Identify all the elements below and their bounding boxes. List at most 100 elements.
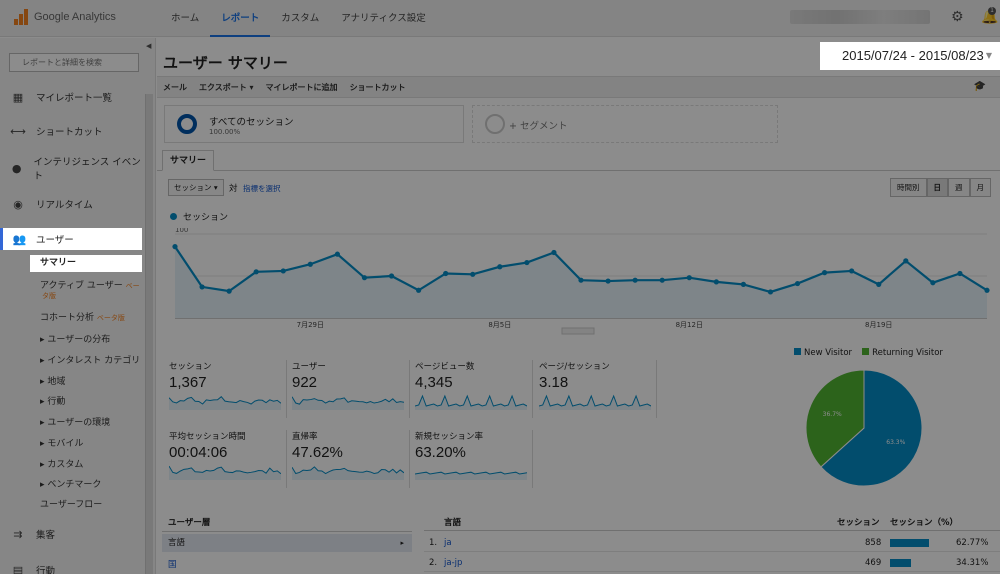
data-point <box>307 261 313 267</box>
sidebar-item-label: インテリジェンス イベント <box>33 157 141 182</box>
sparkline-area <box>292 396 404 410</box>
sparkline-area <box>415 396 527 410</box>
data-point <box>605 278 611 284</box>
sub-item-demographics[interactable]: ▸ ユーザーの分布 <box>40 332 110 345</box>
segment-empty-ring-icon <box>485 114 505 134</box>
account-selector[interactable] <box>790 10 930 24</box>
sub-item-active-users[interactable]: アクティブ ユーザー ベー タ版 <box>40 278 140 301</box>
acquisition-icon: ⇉ <box>13 527 23 541</box>
nav-reports[interactable]: レポート <box>210 0 271 37</box>
scorecard-value: 63.20% <box>415 444 466 461</box>
sidebar-item-realtime[interactable]: ◉ リアルタイム <box>0 193 142 215</box>
scorecard-users[interactable]: ユーザー 922 <box>292 360 410 418</box>
time-day-button[interactable]: 日 <box>926 178 948 197</box>
sparkline-area <box>292 466 404 480</box>
data-point <box>930 280 936 286</box>
sub-item-cohort[interactable]: コホート分析 ベータ版 <box>40 310 125 323</box>
data-point <box>551 249 557 256</box>
export-button[interactable]: エクスポート ▾ <box>193 82 260 93</box>
column-language: 言語 <box>444 518 462 528</box>
date-range-picker[interactable]: 2015/07/24 - 2015/08/23 ▼ <box>820 42 1000 70</box>
sidebar-item-intelligence[interactable]: ● インテリジェンス イベント <box>0 157 142 182</box>
sub-item-behavior[interactable]: ▸ 行動 <box>40 394 65 407</box>
data-point <box>253 269 259 275</box>
data-point <box>470 271 476 277</box>
scorecard-pageviews[interactable]: ページビュー数 4,345 <box>415 360 533 418</box>
data-point <box>984 287 990 293</box>
row-pct: 34.31% <box>956 558 989 568</box>
sub-item-users-flow[interactable]: ユーザーフロー <box>40 497 102 510</box>
sidebar-item-audience-highlight[interactable]: 👥 ユーザー <box>0 228 142 250</box>
shortcut-button[interactable]: ショートカット <box>344 82 412 93</box>
google-analytics-logo[interactable]: Google Analytics <box>14 9 116 25</box>
x-tick-label: 7月29日 <box>297 321 324 329</box>
scorecard-avg-session-duration[interactable]: 平均セッション時間 00:04:06 <box>169 430 287 488</box>
report-search-input[interactable] <box>9 53 139 72</box>
chevron-down-icon: ▼ <box>985 51 992 60</box>
behavior-icon: ▤ <box>12 563 24 574</box>
sparkline <box>169 465 281 480</box>
email-button[interactable]: メール <box>157 82 193 93</box>
scorecard-label: ページ/セッション <box>539 362 610 372</box>
sidebar-item-acquisition[interactable]: ⇉ 集客 <box>0 523 142 545</box>
data-point <box>524 259 530 266</box>
nav-custom[interactable]: カスタム <box>270 0 330 37</box>
pick-metric-link[interactable]: 指標を選択 <box>243 183 281 194</box>
scorecard-label: ページビュー数 <box>415 362 475 372</box>
sub-item-geo[interactable]: ▸ 地域 <box>40 374 65 387</box>
tab-summary[interactable]: サマリー <box>162 150 215 171</box>
data-point <box>876 281 882 287</box>
scorecard-sessions[interactable]: セッション 1,367 <box>169 360 287 418</box>
sub-item-mobile[interactable]: ▸ モバイル <box>40 436 83 449</box>
sidebar-scrollbar[interactable] <box>145 94 153 574</box>
sidebar-item-shortcuts[interactable]: ⟷ ショートカット <box>0 120 142 142</box>
time-week-button[interactable]: 週 <box>948 178 970 197</box>
nav-admin[interactable]: アナリティクス設定 <box>330 0 436 37</box>
segment-ring-icon <box>177 114 197 134</box>
metric-select[interactable]: セッション ▾ <box>168 179 224 196</box>
chart-legend: セッション <box>170 210 228 223</box>
sub-item-benchmark[interactable]: ▸ ベンチマーク <box>40 477 101 490</box>
pie-slice-label: 36.7% <box>823 411 842 418</box>
gear-icon[interactable]: ⚙ <box>951 10 965 24</box>
row-language-link[interactable]: ja <box>444 538 452 548</box>
segment-all-sessions[interactable]: すべてのセッション 100.00% <box>164 105 464 143</box>
add-segment[interactable]: + セグメント <box>472 105 778 143</box>
sub-item-interests[interactable]: ▸ インタレスト カテゴリ <box>40 353 140 366</box>
pie-legend-new[interactable]: New Visitor <box>794 348 852 358</box>
data-point <box>280 268 286 274</box>
row-language-link[interactable]: ja-jp <box>444 558 462 568</box>
scorecard-pages-per-session[interactable]: ページ/セッション 3.18 <box>539 360 657 418</box>
scorecard-bounce-rate[interactable]: 直帰率 47.62% <box>292 430 410 488</box>
sidebar-item-my-reports[interactable]: ▦ マイレポート一覧 <box>0 86 142 108</box>
sidebar-item-label: 行動 <box>36 566 56 574</box>
add-to-dashboard-button[interactable]: マイレポートに追加 <box>260 82 344 93</box>
sidebar-item-label: ユーザー <box>36 235 74 246</box>
pie-legend: New Visitor Returning Visitor <box>794 348 943 358</box>
users-icon: 👥 <box>12 232 27 246</box>
scorecard-value: 3.18 <box>539 374 569 391</box>
sub-item-overview-highlight[interactable]: サマリー <box>30 255 142 272</box>
sidebar-item-behavior[interactable]: ▤ 行動 <box>0 559 142 574</box>
row-sessions: 469 <box>865 558 882 568</box>
legend-label: セッション <box>183 213 229 223</box>
time-hourly-button[interactable]: 時間別 <box>890 178 927 197</box>
row-rank: 2. <box>429 558 438 568</box>
dimension-language[interactable]: 言語 ▸ <box>162 534 412 552</box>
dimension-country[interactable]: 国 <box>168 558 177 570</box>
scorecard-value: 4,345 <box>415 374 453 391</box>
sparkline <box>415 471 527 480</box>
sidebar-item-label: リアルタイム <box>36 200 93 211</box>
time-month-button[interactable]: 月 <box>969 178 991 197</box>
collapse-arrow-icon[interactable]: ◀ <box>146 42 151 50</box>
logo-text: Google Analytics <box>34 11 116 23</box>
nav-home[interactable]: ホーム <box>160 0 210 37</box>
legend-label: Returning Visitor <box>872 348 943 358</box>
legend-swatch <box>862 348 870 355</box>
graduation-cap-icon[interactable]: 🎓 <box>974 81 986 92</box>
scorecard-new-sessions[interactable]: 新規セッション率 63.20% <box>415 430 533 488</box>
pie-legend-returning[interactable]: Returning Visitor <box>862 348 943 358</box>
sub-item-technology[interactable]: ▸ ユーザーの環境 <box>40 415 110 428</box>
grid-icon: ▦ <box>12 90 24 104</box>
sub-item-custom[interactable]: ▸ カスタム <box>40 457 83 470</box>
